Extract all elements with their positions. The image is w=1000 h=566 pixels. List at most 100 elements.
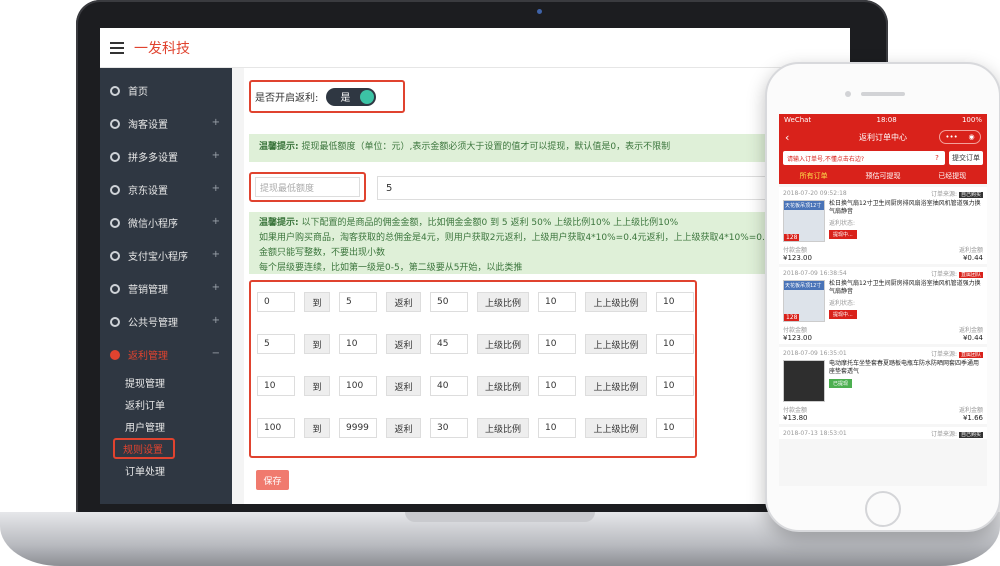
rule-grand-input[interactable]: 10 <box>656 376 694 396</box>
list-item[interactable]: 2018-07-20 09:52:18 订单来源: 自己购买 天花板吊顶12寸 … <box>779 187 987 264</box>
order-info: 松日换气扇12寸卫生间厨房排风扇浴室抽风机管道强力换气扇静音 返利状态: 提现中… <box>829 280 983 322</box>
order-body: 天花板吊顶12寸 128 松日换气扇12寸卫生间厨房排风扇浴室抽风机管道强力换气… <box>783 200 983 242</box>
rule-to-input[interactable]: 5 <box>339 292 377 312</box>
status-badge: 已提现 <box>829 379 853 388</box>
list-item[interactable]: 2018-07-09 16:35:01 订单来源: 直属团队 电动摩托车坐垫套春… <box>779 347 987 424</box>
submit-order-button[interactable]: 提交订单 <box>949 151 983 165</box>
rebate-switch[interactable]: 是 <box>326 87 377 106</box>
tab-estimated[interactable]: 预估可提现 <box>848 171 917 181</box>
rule-from-input[interactable]: 5 <box>257 334 295 354</box>
rule-grand-input[interactable]: 10 <box>656 334 694 354</box>
expand-icon: + <box>211 249 220 260</box>
sidebar-sub-users[interactable]: 用户管理 <box>100 415 232 437</box>
sidebar-sub-rules[interactable]: 规则设置 <box>100 437 232 459</box>
help-icon[interactable]: ? <box>932 153 942 163</box>
wechat-icon <box>110 217 120 228</box>
rebate-state-label: 返利状态: <box>829 300 856 307</box>
rule-row: 100 到 9999 返利 30 上级比例 10 上上级比例 10 <box>257 418 694 438</box>
phone-screen: WeChat 18:08 100% ‹ 返利订单中心 ••• ◉ 请输入订单号,不… <box>779 114 987 486</box>
rebate-label: 返利 <box>386 418 421 438</box>
to-label: 到 <box>304 376 330 396</box>
close-icon[interactable]: ◉ <box>969 133 975 141</box>
product-thumbnail: 天花板吊顶12寸 128 <box>783 200 825 242</box>
brand-title: 一发科技 <box>134 40 190 57</box>
rule-grand-input[interactable]: 10 <box>656 292 694 312</box>
more-icon[interactable]: ••• <box>945 133 957 141</box>
list-item[interactable]: 2018-07-13 18:53:01 订单来源: 自己购买 <box>779 427 987 439</box>
rule-rebate-input[interactable]: 40 <box>430 376 468 396</box>
product-thumbnail: 天花板吊顶12寸 128 <box>783 280 825 322</box>
sidebar-sub-order-process[interactable]: 订单处理 <box>100 459 232 481</box>
rule-to-input[interactable]: 10 <box>339 334 377 354</box>
rule-parent-input[interactable]: 10 <box>538 292 576 312</box>
rule-grand-input[interactable]: 10 <box>656 418 694 438</box>
laptop-notch <box>405 512 595 522</box>
amount-labels: 付款金额 返利金额 <box>783 247 983 254</box>
rule-rebate-input[interactable]: 30 <box>430 418 468 438</box>
status-badge: 提现中... <box>829 230 857 239</box>
search-bar: 请输入订单号,不懂点击右边?? 提交订单 <box>779 148 987 168</box>
sidebar-item-pdd[interactable]: 拼多多设置 + <box>100 140 232 173</box>
rule-from-input[interactable]: 0 <box>257 292 295 312</box>
rule-rebate-input[interactable]: 50 <box>430 292 468 312</box>
tab-withdrawn[interactable]: 已经提现 <box>918 171 987 181</box>
clock: 18:08 <box>876 116 897 124</box>
sidebar-item-jd[interactable]: 京东设置 + <box>100 173 232 206</box>
sidebar-item-taoke[interactable]: 淘客设置 + <box>100 107 232 140</box>
save-button[interactable]: 保存 <box>256 470 289 490</box>
grand-ratio-label: 上上级比例 <box>585 418 647 438</box>
order-header: 2018-07-13 18:53:01 订单来源: 自己购买 <box>783 429 983 438</box>
amount-values: ¥123.00 ¥0.44 <box>783 254 983 262</box>
rule-to-input[interactable]: 100 <box>339 376 377 396</box>
source-badge: 直属团队 <box>958 271 983 278</box>
rule-parent-input[interactable]: 10 <box>538 418 576 438</box>
product-name: 电动摩托车坐垫套春夏踏板电瓶车防水防晒网套四季通用座垫套透气 <box>829 360 980 375</box>
rule-parent-input[interactable]: 10 <box>538 334 576 354</box>
rules-table: 0 到 5 返利 50 上级比例 10 上上级比例 10 5 到 10 返利 4… <box>249 280 697 458</box>
home-button[interactable] <box>865 491 901 527</box>
grand-ratio-label: 上上级比例 <box>585 376 647 396</box>
amount-labels: 付款金额 返利金额 <box>783 407 983 414</box>
tab-all-orders[interactable]: 所有订单 <box>779 171 848 181</box>
min-withdraw-placeholder: 提现最低额度 <box>255 177 360 197</box>
top-bar: 一发科技 <box>100 28 850 68</box>
sidebar-item-marketing[interactable]: 营销管理 + <box>100 272 232 305</box>
rule-from-input[interactable]: 10 <box>257 376 295 396</box>
rebate-state-label: 返利状态: <box>829 220 856 227</box>
camera-icon <box>537 9 542 14</box>
list-item[interactable]: 2018-07-09 16:38:54 订单来源: 直属团队 天花板吊顶12寸 … <box>779 267 987 344</box>
source-badge: 自己购买 <box>958 191 983 198</box>
taobao-icon <box>110 118 120 129</box>
sidebar-item-wechat-mini[interactable]: 微信小程序 + <box>100 206 232 239</box>
order-header: 2018-07-09 16:38:54 订单来源: 直属团队 <box>783 269 983 278</box>
rule-from-input[interactable]: 100 <box>257 418 295 438</box>
sidebar-item-alipay-mini[interactable]: 支付宝小程序 + <box>100 239 232 272</box>
parent-ratio-label: 上级比例 <box>477 334 529 354</box>
status-bar: WeChat 18:08 100% <box>779 114 987 126</box>
rebate-icon <box>110 349 120 360</box>
rule-to-input[interactable]: 9999 <box>339 418 377 438</box>
sidebar-sub-withdraw[interactable]: 提现管理 <box>100 371 232 393</box>
amount-labels: 付款金额 返利金额 <box>783 327 983 334</box>
expand-icon: + <box>211 216 220 227</box>
sidebar-item-rebate[interactable]: 返利管理 − <box>100 338 232 371</box>
rule-rebate-input[interactable]: 45 <box>430 334 468 354</box>
order-search-input[interactable]: 请输入订单号,不懂点击右边?? <box>783 151 945 165</box>
order-tabs: 所有订单 预估可提现 已经提现 <box>779 168 987 184</box>
parent-ratio-label: 上级比例 <box>477 376 529 396</box>
switch-knob <box>360 89 375 104</box>
order-header: 2018-07-20 09:52:18 订单来源: 自己购买 <box>783 189 983 198</box>
back-icon[interactable]: ‹ <box>785 131 789 144</box>
hamburger-menu-icon[interactable] <box>110 41 124 54</box>
tip-rules: 温馨提示: 以下配置的是商品的佣金金额，比如佣金金额0 到 5 返利 50% 上… <box>249 212 845 274</box>
pdd-icon <box>110 151 120 162</box>
sidebar-item-home[interactable]: 首页 <box>100 74 232 107</box>
status-badge: 提现中... <box>829 310 857 319</box>
rule-parent-input[interactable]: 10 <box>538 376 576 396</box>
mockup-stage: 一发科技 首页 淘客设置 + 拼多多设置 + 京东设置 + 微信小程序 + 支付宝小程序… <box>0 0 1000 566</box>
sidebar-item-official-account[interactable]: 公共号管理 + <box>100 305 232 338</box>
sidebar-sub-rebate-orders[interactable]: 返利订单 <box>100 393 232 415</box>
rule-row: 10 到 100 返利 40 上级比例 10 上上级比例 10 <box>257 376 694 396</box>
order-body: 电动摩托车坐垫套春夏踏板电瓶车防水防晒网套四季通用座垫套透气 已提现 <box>783 360 983 402</box>
capsule-menu[interactable]: ••• ◉ <box>939 130 981 144</box>
